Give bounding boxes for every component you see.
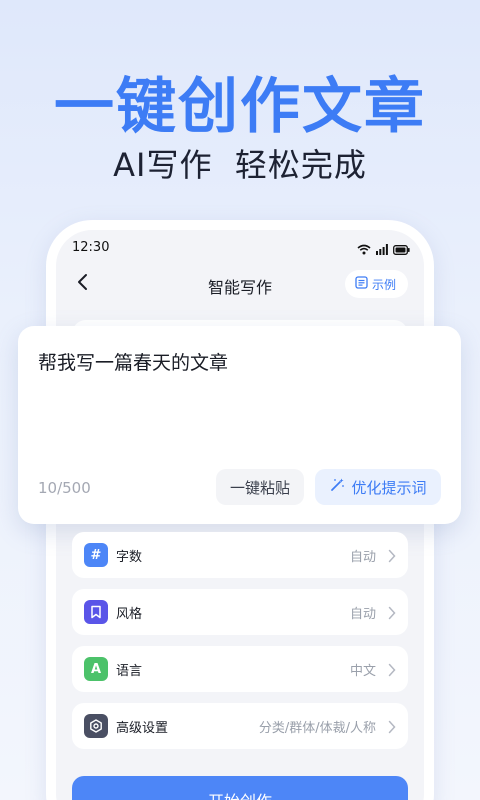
- example-button[interactable]: 示例: [344, 270, 408, 298]
- gear-icon: [84, 714, 108, 738]
- chevron-right-icon: [388, 662, 396, 681]
- status-icons: [357, 240, 410, 259]
- optimize-prompt-button[interactable]: 优化提示词: [315, 469, 441, 505]
- setting-value: 分类/群体/体裁/人称: [258, 721, 376, 736]
- battery-icon: [393, 240, 410, 259]
- setting-row-language[interactable]: A 语言 中文: [72, 646, 408, 692]
- hero-title: 一键创作文章: [54, 72, 426, 142]
- setting-label: 字数: [116, 550, 143, 565]
- char-count: 10/500: [38, 479, 91, 497]
- document-icon: [355, 276, 368, 292]
- prompt-card[interactable]: 帮我写一篇春天的文章 10/500 一键粘贴 优化提示词: [18, 326, 461, 524]
- wifi-icon: [357, 240, 371, 259]
- prompt-input[interactable]: 帮我写一篇春天的文章: [38, 348, 228, 375]
- hash-icon: #: [84, 543, 108, 567]
- chevron-right-icon: [388, 548, 396, 567]
- setting-label: 语言: [116, 664, 143, 679]
- setting-value: 自动: [349, 550, 376, 565]
- optimize-label: 优化提示词: [351, 478, 427, 497]
- language-icon: A: [84, 657, 108, 681]
- setting-value: 中文: [349, 664, 376, 679]
- nav-bar: 智能写作 示例: [56, 266, 424, 302]
- setting-value: 自动: [349, 607, 376, 622]
- setting-row-style[interactable]: 风格 自动: [72, 589, 408, 635]
- example-label: 示例: [371, 277, 396, 292]
- setting-label: 风格: [116, 607, 143, 622]
- signal-icon: [376, 240, 388, 259]
- chevron-right-icon: [388, 605, 396, 624]
- setting-row-word-count[interactable]: # 字数 自动: [72, 532, 408, 578]
- setting-label: 高级设置: [116, 721, 169, 736]
- status-bar: 12:30: [56, 230, 424, 262]
- chevron-right-icon: [388, 719, 396, 738]
- paste-button[interactable]: 一键粘贴: [216, 469, 304, 505]
- hero-subtitle: AI写作 轻松完成: [113, 146, 367, 184]
- magic-wand-icon: [329, 477, 345, 497]
- start-writing-button[interactable]: 开始创作: [72, 776, 408, 800]
- status-time: 12:30: [72, 240, 110, 255]
- setting-row-advanced[interactable]: 高级设置 分类/群体/体裁/人称: [72, 703, 408, 749]
- bookmark-icon: [84, 600, 108, 624]
